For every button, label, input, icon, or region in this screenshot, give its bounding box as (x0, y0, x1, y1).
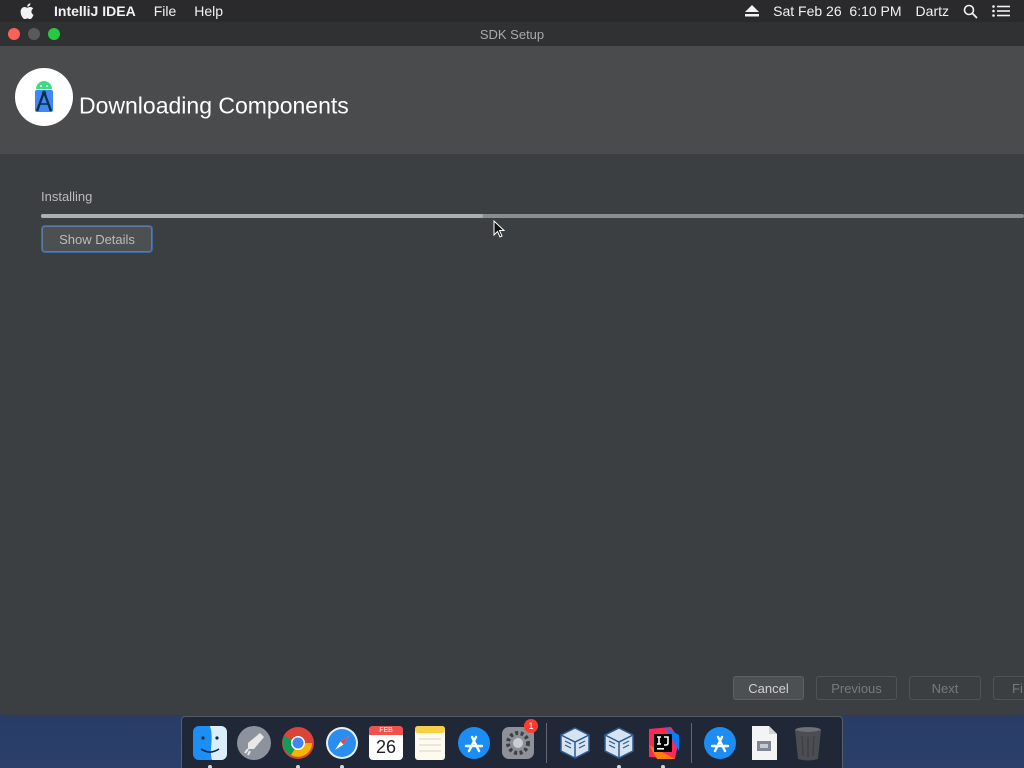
install-progress-bar (41, 214, 1024, 218)
clock-datetime[interactable]: Sat Feb 26 6:10 PM (773, 3, 901, 19)
wizard-header: Downloading Components (0, 46, 1024, 154)
menu-bar: IntelliJ IDEA File Help Sat Feb 26 6:10 … (0, 0, 1024, 22)
window-controls (8, 28, 68, 40)
trash-icon (795, 726, 821, 760)
spotlight-search-icon[interactable] (963, 4, 978, 19)
zoom-window-button[interactable] (48, 28, 60, 40)
dock-virtualbox-1[interactable] (555, 723, 595, 763)
dock-notes[interactable] (410, 723, 450, 763)
finish-button[interactable]: Fi (993, 676, 1024, 700)
running-indicator (340, 764, 344, 768)
calendar-icon: FEB 26 (369, 725, 403, 760)
window-title: SDK Setup (479, 26, 545, 42)
next-button[interactable]: Next (909, 676, 981, 700)
dock-launchpad[interactable] (234, 723, 274, 763)
chrome-icon (282, 726, 314, 759)
running-indicator (208, 764, 212, 768)
dock-chrome[interactable] (278, 723, 318, 768)
dock-finder[interactable] (190, 723, 230, 768)
dock-separator (546, 722, 547, 763)
notification-badge: 1 (524, 718, 538, 733)
window-titlebar[interactable]: SDK Setup (0, 22, 1024, 46)
dock-document[interactable] (744, 723, 784, 763)
mouse-pointer-icon (493, 219, 506, 243)
running-indicator (661, 764, 665, 768)
document-icon (752, 725, 777, 760)
calendar-month: FEB (369, 725, 403, 735)
virtualbox-icon (560, 726, 590, 759)
finder-icon (193, 725, 227, 760)
dock-app-store[interactable] (454, 723, 494, 763)
close-window-button[interactable] (8, 28, 20, 40)
calendar-day: 26 (375, 736, 397, 757)
apple-menu-icon[interactable] (20, 2, 38, 20)
menu-help[interactable]: Help (194, 3, 223, 19)
show-details-button[interactable]: Show Details (42, 226, 152, 252)
minimize-window-button[interactable] (28, 28, 40, 40)
dock-calendar[interactable]: FEB 26 (366, 723, 406, 763)
dock-downloads-folder[interactable] (700, 723, 740, 763)
notification-center-icon[interactable] (992, 5, 1010, 17)
android-studio-logo-icon (15, 68, 73, 126)
dock-system-preferences[interactable]: 1 (498, 718, 538, 763)
dock-intellij[interactable] (643, 723, 683, 768)
eject-icon[interactable] (745, 5, 760, 17)
previous-button[interactable]: Previous (816, 676, 897, 700)
sdk-setup-window: SDK Setup Downloading Components Install… (0, 22, 1024, 715)
install-progress-fill (41, 214, 484, 218)
user-name[interactable]: Dartz (916, 3, 949, 19)
launchpad-icon (237, 725, 271, 760)
running-indicator (617, 764, 621, 768)
menu-file[interactable]: File (154, 3, 177, 19)
dock-safari[interactable] (322, 723, 362, 768)
virtualbox-icon (604, 726, 634, 759)
intellij-icon (649, 726, 679, 759)
dock-trash[interactable] (788, 723, 828, 763)
app-store-downloads-icon (704, 726, 736, 759)
safari-icon (326, 726, 358, 759)
dock-separator (691, 722, 692, 763)
notes-icon (415, 725, 445, 760)
install-status-label: Installing (41, 189, 93, 204)
page-title: Downloading Components (79, 92, 349, 119)
menu-app-name[interactable]: IntelliJ IDEA (54, 3, 136, 19)
dock: FEB 26 1 (181, 716, 843, 768)
cancel-button[interactable]: Cancel (733, 676, 804, 700)
dock-virtualbox-2[interactable] (599, 723, 639, 768)
app-store-icon (458, 726, 490, 759)
running-indicator (296, 764, 300, 768)
